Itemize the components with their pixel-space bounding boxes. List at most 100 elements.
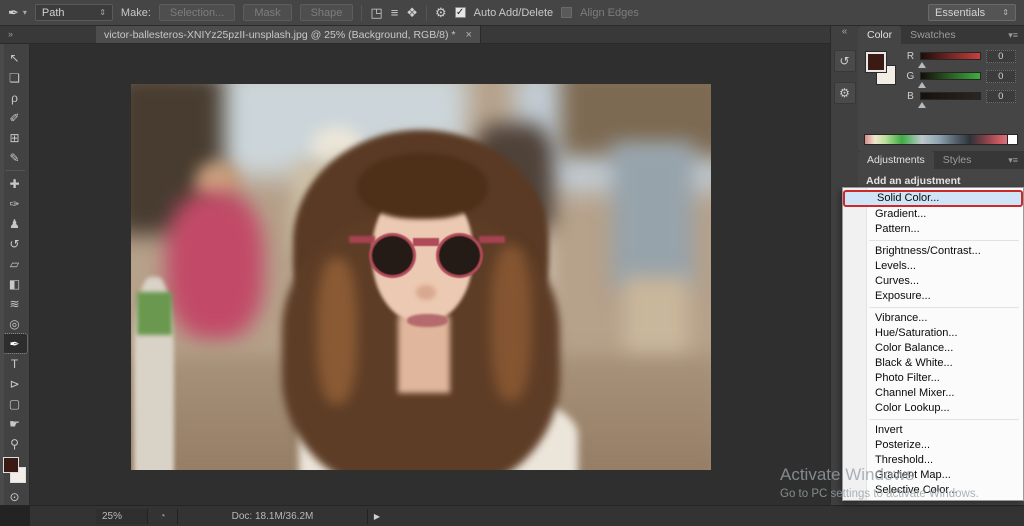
updown-arrows-icon: ⇕ <box>99 8 106 17</box>
collapse-panels-icon[interactable]: « <box>842 26 848 40</box>
panel-menu-icon[interactable]: ▾≡ <box>1002 27 1024 44</box>
slider-handle-icon[interactable] <box>917 102 926 108</box>
make-mask-button[interactable]: Mask <box>243 4 292 21</box>
history-panel-icon[interactable]: ↺ <box>833 50 856 72</box>
panel-menu-icon[interactable]: ▾≡ <box>1002 152 1024 169</box>
make-selection-button[interactable]: Selection... <box>158 4 236 21</box>
tab-swatches[interactable]: Swatches <box>901 26 965 44</box>
workspace-switcher-button[interactable]: Essentials ⇕ <box>928 4 1016 21</box>
eraser-tool[interactable]: ▱ <box>3 254 27 273</box>
menu-item-black-white[interactable]: Black & White... <box>843 356 1023 371</box>
menu-item-brightness-contrast[interactable]: Brightness/Contrast... <box>843 244 1023 259</box>
photo-sunglasses-bridge <box>412 238 439 247</box>
zoom-level-field[interactable]: 25% <box>96 508 148 524</box>
history-brush-tool[interactable]: ↺ <box>3 234 27 253</box>
menu-item-exposure[interactable]: Exposure... <box>843 289 1023 304</box>
path-alignment-icon[interactable]: ≡ <box>391 6 399 19</box>
collapse-tools-dock-icon[interactable]: » <box>0 26 96 43</box>
move-tool[interactable]: ↖ <box>3 48 27 67</box>
lasso-tool[interactable]: ρ <box>3 88 27 107</box>
brush-tool[interactable]: ✑ <box>3 194 27 213</box>
menu-item-color-balance[interactable]: Color Balance... <box>843 341 1023 356</box>
options-bar: ✒ ▾ Path ⇕ Make: Selection... Mask Shape… <box>0 0 1024 26</box>
blur-tool[interactable]: ≋ <box>3 294 27 313</box>
menu-item-vibrance[interactable]: Vibrance... <box>843 311 1023 326</box>
channel-slider[interactable] <box>917 72 981 88</box>
gear-icon[interactable]: ⚙ <box>435 6 447 19</box>
align-edges-checkbox[interactable] <box>561 7 573 18</box>
rectangular-marquee-tool[interactable]: ❏ <box>3 68 27 87</box>
slider-handle-icon[interactable] <box>917 62 926 68</box>
crop-tool[interactable]: ⊞ <box>3 128 27 147</box>
properties-panel-icon[interactable]: ⚙ <box>833 82 856 104</box>
menu-item-gradient[interactable]: Gradient... <box>843 207 1023 222</box>
pen-icon[interactable]: ✒ <box>8 6 19 19</box>
healing-brush-tool[interactable]: ✚ <box>3 174 27 193</box>
path-operations-icon[interactable]: ◳ <box>370 6 382 19</box>
color-panel-header: Color Swatches ▾≡ <box>858 26 1024 44</box>
zoom-tool[interactable]: ⚲ <box>3 434 27 453</box>
menu-item-gradient-map[interactable]: Gradient Map... <box>843 468 1023 483</box>
channel-row-r: R0 <box>906 49 1016 68</box>
channel-value-field[interactable]: 0 <box>985 49 1016 63</box>
menu-item-solid-color[interactable]: Solid Color... <box>843 190 1023 207</box>
make-shape-button[interactable]: Shape <box>299 4 354 21</box>
dodge-tool[interactable]: ◎ <box>3 314 27 333</box>
color-spectrum-ramp[interactable] <box>864 134 1018 145</box>
type-tool[interactable]: T <box>3 354 27 373</box>
path-mode-select[interactable]: Path ⇕ <box>34 4 113 21</box>
menu-item-pattern[interactable]: Pattern... <box>843 222 1023 237</box>
hand-tool[interactable]: ☛ <box>3 414 27 433</box>
quick-selection-tool[interactable]: ✐ <box>3 108 27 127</box>
channel-slider[interactable] <box>917 52 981 68</box>
canvas-area[interactable] <box>30 44 830 505</box>
panel-foreground-swatch[interactable] <box>865 51 887 73</box>
path-arrangement-icon[interactable]: ❖ <box>406 6 418 19</box>
menu-item-color-lookup[interactable]: Color Lookup... <box>843 401 1023 416</box>
menu-item-selective-color[interactable]: Selective Color... <box>843 483 1023 498</box>
tab-close-icon[interactable]: × <box>465 29 471 41</box>
status-clock-icon: ◔ <box>148 508 178 524</box>
quick-mask-mode-icon[interactable]: ⊙ <box>3 487 27 506</box>
tab-adjustments[interactable]: Adjustments <box>858 151 934 169</box>
align-edges-label: Align Edges <box>580 6 639 19</box>
menu-item-channel-mixer[interactable]: Channel Mixer... <box>843 386 1023 401</box>
color-panel-content: R0G0B0 <box>858 44 1024 132</box>
spectrum-white-chip[interactable] <box>1007 135 1017 144</box>
status-bar: 25% ◔ Doc: 18.1M/36.2M ▶ <box>30 505 1024 526</box>
clone-stamp-tool[interactable]: ♟ <box>3 214 27 233</box>
photo-woman-hair-highlight <box>316 257 358 405</box>
status-flyout-icon[interactable]: ▶ <box>368 512 386 521</box>
gradient-tool[interactable]: ◧ <box>3 274 27 293</box>
spectrum-gradient[interactable] <box>865 135 1007 144</box>
menu-item-photo-filter[interactable]: Photo Filter... <box>843 371 1023 386</box>
channel-value-field[interactable]: 0 <box>985 89 1016 103</box>
menu-item-invert[interactable]: Invert <box>843 423 1023 438</box>
tool-preset-caret-icon[interactable]: ▾ <box>23 8 27 17</box>
tab-styles[interactable]: Styles <box>934 151 981 169</box>
document-tab[interactable]: victor-ballesteros-XNIYz25pzII-unsplash.… <box>96 26 481 43</box>
photoshop-window: ✒ ▾ Path ⇕ Make: Selection... Mask Shape… <box>0 0 1024 526</box>
photo-woman-neck <box>397 315 450 393</box>
menu-separator <box>869 307 1019 308</box>
slider-handle-icon[interactable] <box>917 82 926 88</box>
tab-color[interactable]: Color <box>858 26 902 44</box>
shape-tool[interactable]: ▢ <box>3 394 27 413</box>
channel-value-field[interactable]: 0 <box>985 69 1016 83</box>
pen-tool[interactable]: ✒ <box>1 333 28 354</box>
adjustments-panel-header: Adjustments Styles ▾≡ <box>858 151 1024 169</box>
foreground-color-swatch[interactable] <box>2 457 19 473</box>
menu-item-hue-saturation[interactable]: Hue/Saturation... <box>843 326 1023 341</box>
path-selection-tool[interactable]: ⊳ <box>3 374 27 393</box>
photo-document[interactable] <box>131 84 711 470</box>
menu-item-posterize[interactable]: Posterize... <box>843 438 1023 453</box>
menu-item-threshold[interactable]: Threshold... <box>843 453 1023 468</box>
eyedropper-tool[interactable]: ✎ <box>3 148 27 167</box>
updown-arrows-icon: ⇕ <box>1002 8 1009 17</box>
auto-add-delete-checkbox[interactable]: ✓ <box>454 7 466 18</box>
menu-item-curves[interactable]: Curves... <box>843 274 1023 289</box>
menu-item-levels[interactable]: Levels... <box>843 259 1023 274</box>
channel-slider[interactable] <box>917 92 981 108</box>
make-label: Make: <box>120 6 151 19</box>
document-size-info[interactable]: Doc: 18.1M/36.2M <box>178 508 368 524</box>
